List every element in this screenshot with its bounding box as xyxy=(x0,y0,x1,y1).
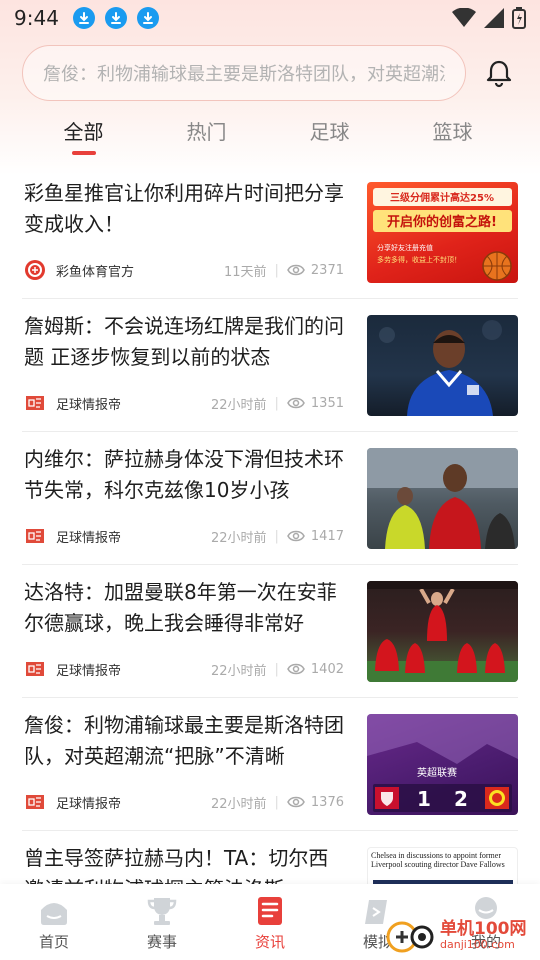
eye-icon xyxy=(287,530,305,542)
news-title: 詹姆斯：不会说连场红牌是我们的问题 正逐步恢复到以前的状态 xyxy=(24,314,344,369)
news-thumbnail-photo xyxy=(367,581,518,682)
divider: | xyxy=(274,395,279,411)
score-home: 1 xyxy=(417,787,431,811)
view-count: 1351 xyxy=(287,396,344,411)
view-count-value: 2371 xyxy=(310,262,344,278)
news-icon xyxy=(258,897,282,925)
search-placeholder: 詹俊：利物浦输球最主要是斯洛特团队，对英超潮流 xyxy=(43,64,445,85)
download-icon xyxy=(136,7,159,29)
news-item[interactable]: 詹姆斯：不会说连场红牌是我们的问题 正逐步恢复到以前的状态 足球情报帝 22小时… xyxy=(22,299,518,432)
news-thumbnail-photo xyxy=(367,448,518,549)
eye-icon xyxy=(287,264,305,276)
watermark-logo-icon xyxy=(386,921,434,953)
news-source: 足球情报帝 xyxy=(56,397,122,413)
source-avatar-icon xyxy=(24,392,46,414)
nav-home[interactable]: 首页 xyxy=(0,884,108,960)
news-thumbnail-promo: 三级分佣累计高达25% 开启你的创富之路! 分享好友注册充值 多劳多得，收益上不… xyxy=(367,182,518,283)
news-title: 彩鱼星推官让你利用碎片时间把分享变成收入！ xyxy=(24,181,344,236)
search-row: 詹俊：利物浦输球最主要是斯洛特团队，对英超潮流 xyxy=(22,44,522,102)
article-caption: Chelsea in discussions to appoint former… xyxy=(371,851,505,869)
news-meta: 足球情报帝 22小时前 | 1351 xyxy=(24,391,344,415)
news-meta: 彩鱼体育官方 11天前 | 2371 xyxy=(24,258,344,282)
trophy-icon xyxy=(147,898,177,925)
divider: | xyxy=(274,661,279,677)
nav-matches[interactable]: 赛事 xyxy=(108,884,216,960)
divider: | xyxy=(274,262,279,278)
bell-icon[interactable] xyxy=(482,56,516,90)
news-title: 詹俊：利物浦输球最主要是斯洛特团队，对英超潮流“把脉”不清晰 xyxy=(24,713,344,768)
eye-icon xyxy=(287,397,305,409)
promo-line2: 开启你的创富之路! xyxy=(387,214,497,230)
view-count: 1376 xyxy=(287,795,344,810)
status-time: 9:44 xyxy=(14,6,59,30)
download-icon xyxy=(104,7,127,29)
promo-line4: 多劳多得，收益上不封顶！ xyxy=(377,255,461,264)
view-count: 2371 xyxy=(287,263,344,278)
source-avatar-icon xyxy=(24,525,46,547)
wifi-icon xyxy=(452,8,476,27)
view-count-value: 1417 xyxy=(310,528,344,544)
news-time: 22小时前 xyxy=(210,663,267,679)
view-count-value: 1376 xyxy=(310,794,344,810)
news-thumbnail-photo xyxy=(367,315,518,416)
status-bar: 9:44 xyxy=(0,0,540,36)
divider: | xyxy=(274,528,279,544)
news-meta: 足球情报帝 22小时前 | 1417 xyxy=(24,524,344,548)
view-count-value: 1351 xyxy=(310,395,344,411)
signal-icon xyxy=(484,8,504,28)
nav-news[interactable]: 资讯 xyxy=(216,884,324,960)
news-meta: 足球情报帝 22小时前 | 1376 xyxy=(24,790,344,814)
news-item[interactable]: 詹俊：利物浦输球最主要是斯洛特团队，对英超潮流“把脉”不清晰 足球情报帝 22小… xyxy=(22,698,518,831)
source-avatar-icon xyxy=(24,791,46,813)
eye-icon xyxy=(287,796,305,808)
view-count-value: 1402 xyxy=(310,661,344,677)
news-thumbnail-score: 英超联赛 1 2 xyxy=(367,714,518,815)
tab-basketball[interactable]: 篮球 xyxy=(391,108,514,158)
news-source: 足球情报帝 xyxy=(56,530,122,546)
tab-hot[interactable]: 热门 xyxy=(145,108,268,158)
tab-football[interactable]: 足球 xyxy=(268,108,391,158)
source-avatar-icon xyxy=(24,658,46,680)
site-watermark: 单机100网 danji100.com xyxy=(386,912,536,958)
news-meta: 足球情报帝 22小时前 | 1402 xyxy=(24,657,344,681)
promo-line1: 三级分佣累计高达25% xyxy=(390,191,494,204)
news-time: 22小时前 xyxy=(210,397,267,413)
view-count: 1417 xyxy=(287,529,344,544)
news-title: 达洛特：加盟曼联8年第一次在安菲尔德赢球，晚上我会睡得非常好 xyxy=(24,580,337,635)
divider: | xyxy=(274,794,279,810)
news-item[interactable]: 彩鱼星推官让你利用碎片时间把分享变成收入！ 彩鱼体育官方 11天前 | 2371… xyxy=(22,166,518,299)
news-time: 22小时前 xyxy=(210,796,267,812)
eye-icon xyxy=(287,663,305,675)
nav-matches-label: 赛事 xyxy=(146,933,177,951)
news-item[interactable]: 内维尔：萨拉赫身体没下滑但技术环节失常，科尔克兹像10岁小孩 足球情报帝 22小… xyxy=(22,432,518,565)
download-icon xyxy=(72,7,95,29)
tab-all[interactable]: 全部 xyxy=(22,108,145,158)
news-title: 内维尔：萨拉赫身体没下滑但技术环节失常，科尔克兹像10岁小孩 xyxy=(24,447,344,502)
caiyu-logo-icon xyxy=(24,259,46,281)
news-source: 足球情报帝 xyxy=(56,663,122,679)
status-indicators xyxy=(452,7,526,29)
battery-icon xyxy=(512,7,526,29)
score-banner: 英超联赛 xyxy=(417,766,457,779)
nav-news-label: 资讯 xyxy=(254,933,285,951)
search-input[interactable]: 詹俊：利物浦输球最主要是斯洛特团队，对英超潮流 xyxy=(22,45,466,101)
score-away: 2 xyxy=(454,787,468,811)
news-item[interactable]: 达洛特：加盟曼联8年第一次在安菲尔德赢球，晚上我会睡得非常好 足球情报帝 22小… xyxy=(22,565,518,698)
news-time: 22小时前 xyxy=(210,530,267,546)
nav-home-label: 首页 xyxy=(38,933,69,951)
news-time: 11天前 xyxy=(223,264,267,280)
view-count: 1402 xyxy=(287,662,344,677)
news-source: 彩鱼体育官方 xyxy=(56,264,135,280)
news-source: 足球情报帝 xyxy=(56,796,122,812)
promo-line3: 分享好友注册充值 xyxy=(377,243,433,252)
watermark-main: 单机100网 xyxy=(440,918,527,939)
home-icon xyxy=(41,903,67,925)
watermark-sub: danji100.com xyxy=(440,937,515,951)
category-tabs: 全部 热门 足球 篮球 xyxy=(0,108,540,158)
